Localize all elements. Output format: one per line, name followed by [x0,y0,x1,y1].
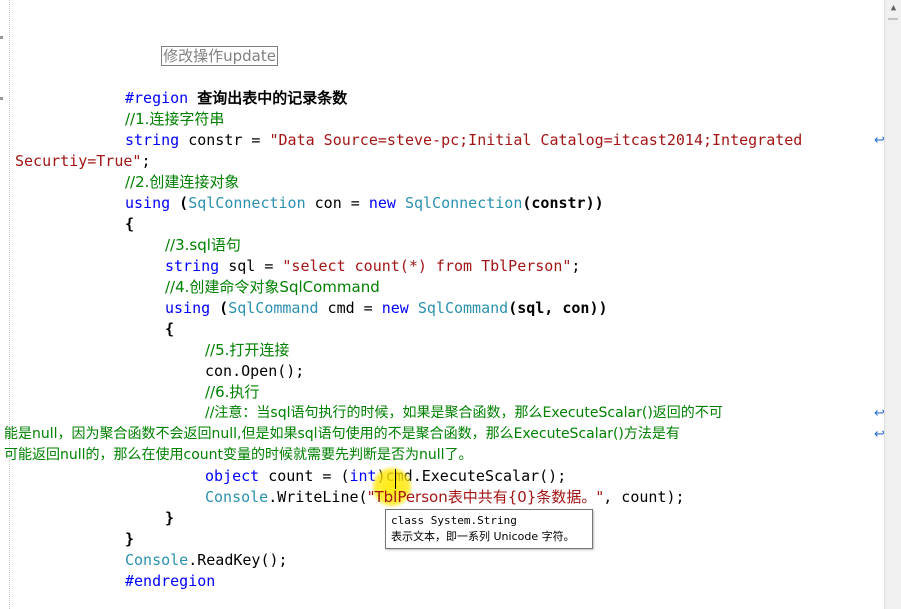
tooltip-description: 表示文本，即一系列 Unicode 字符。 [391,530,575,543]
word-wrap-icon: ↩ [874,406,884,421]
collapsed-region[interactable]: 修改操作update [161,46,278,66]
comment-line: 能是null，因为聚合函数不会返回null,但是如果sql语句使用的不是聚合函数… [4,426,680,442]
keyword: new [381,299,409,317]
code-line: string constr = "Data Source=steve-pc;In… [125,130,802,151]
code-text: count = ( [259,467,350,485]
word-wrap-icon: ↩ [874,133,884,148]
code-line: using (SqlConnection con = new SqlConnec… [125,193,604,214]
type-name: SqlCommand [408,299,509,317]
code-text: ( [170,194,189,212]
code-text: (sql, con)) [508,299,608,317]
keyword: string [125,131,180,149]
code-text: con = [305,194,369,212]
outline-marker [0,97,3,100]
code-line: con.Open(); [205,362,305,380]
region-title: 查询出表中的记录条数 [197,89,348,107]
code-line: Securtiy=True"; [15,151,150,172]
comment-line: //6.执行 [205,383,260,401]
text-caret [395,469,396,489]
scroll-up-icon[interactable]: ▲ [886,1,901,16]
code-line: string sql = "select count(*) from TblPe… [165,256,580,277]
code-text: ; [141,152,151,170]
vertical-scrollbar[interactable]: ▲ [884,0,901,609]
type-name: SqlConnection [395,194,523,212]
code-line: #region 查询出表中的记录条数 [125,88,347,109]
keyword: string [165,257,220,275]
code-line: Console.ReadKey(); [125,550,288,571]
string-literal: "select count(*) from TblPerson" [282,257,572,275]
keyword: object [205,467,260,485]
tooltip-signature: class System.String [391,514,517,527]
brace: } [125,530,135,548]
code-text: .WriteLine( [268,488,368,506]
type-name: SqlConnection [188,194,306,212]
code-text: constr = [179,131,270,149]
keyword: using [165,299,211,317]
code-text: (constr)) [522,194,604,212]
string-literal: "TblPerson表中共有{0}条数据。" [367,488,604,506]
outline-guide [9,0,10,609]
code-text: .ReadKey(); [188,551,288,569]
word-wrap-icon: ↩ [874,427,884,442]
type-name: SqlCommand [228,299,319,317]
comment-line: //注意：当sql语句执行的时候，如果是聚合函数，那么ExecuteScalar… [205,405,723,421]
code-editor[interactable]: 修改操作update #region 查询出表中的记录条数 //1.连接字符串 … [0,0,884,609]
region-directive: #region [125,89,189,107]
comment-line: 可能返回null的，那么在使用count变量的时候就需要先判断是否为null了。 [4,447,473,463]
outline-marker [0,36,3,39]
scroll-thumb[interactable] [888,18,898,20]
type-name: Console [125,551,189,569]
code-text: ; [571,257,581,275]
comment-line: //4.创建命令对象SqlCommand [165,278,380,296]
code-text: sql = [219,257,283,275]
code-line: Console.WriteLine("TblPerson表中共有{0}条数据。"… [205,487,685,508]
comment-line: //1.连接字符串 [125,110,225,128]
comment-line: //5.打开连接 [205,341,290,359]
brace: { [125,215,135,233]
code-line: 修改操作update [125,25,278,66]
region-end-directive: #endregion [125,572,216,590]
string-literal: "Data Source=steve-pc;Initial Catalog=it… [269,131,803,149]
code-line: using (SqlCommand cmd = new SqlCommand(s… [165,298,608,319]
type-name: Console [205,488,269,506]
keyword: using [125,194,171,212]
keyword: new [368,194,396,212]
comment-line: //2.创建连接对象 [125,173,240,191]
string-literal: Securtiy=True" [15,152,142,170]
code-text: ( [210,299,229,317]
code-text: cmd = [318,299,382,317]
code-text: , count); [603,488,685,506]
comment-line: //3.sql语句 [165,236,241,254]
brace: { [165,320,175,338]
quickinfo-tooltip: class System.String 表示文本，即一系列 Unicode 字符… [385,509,593,549]
brace: } [165,509,175,527]
